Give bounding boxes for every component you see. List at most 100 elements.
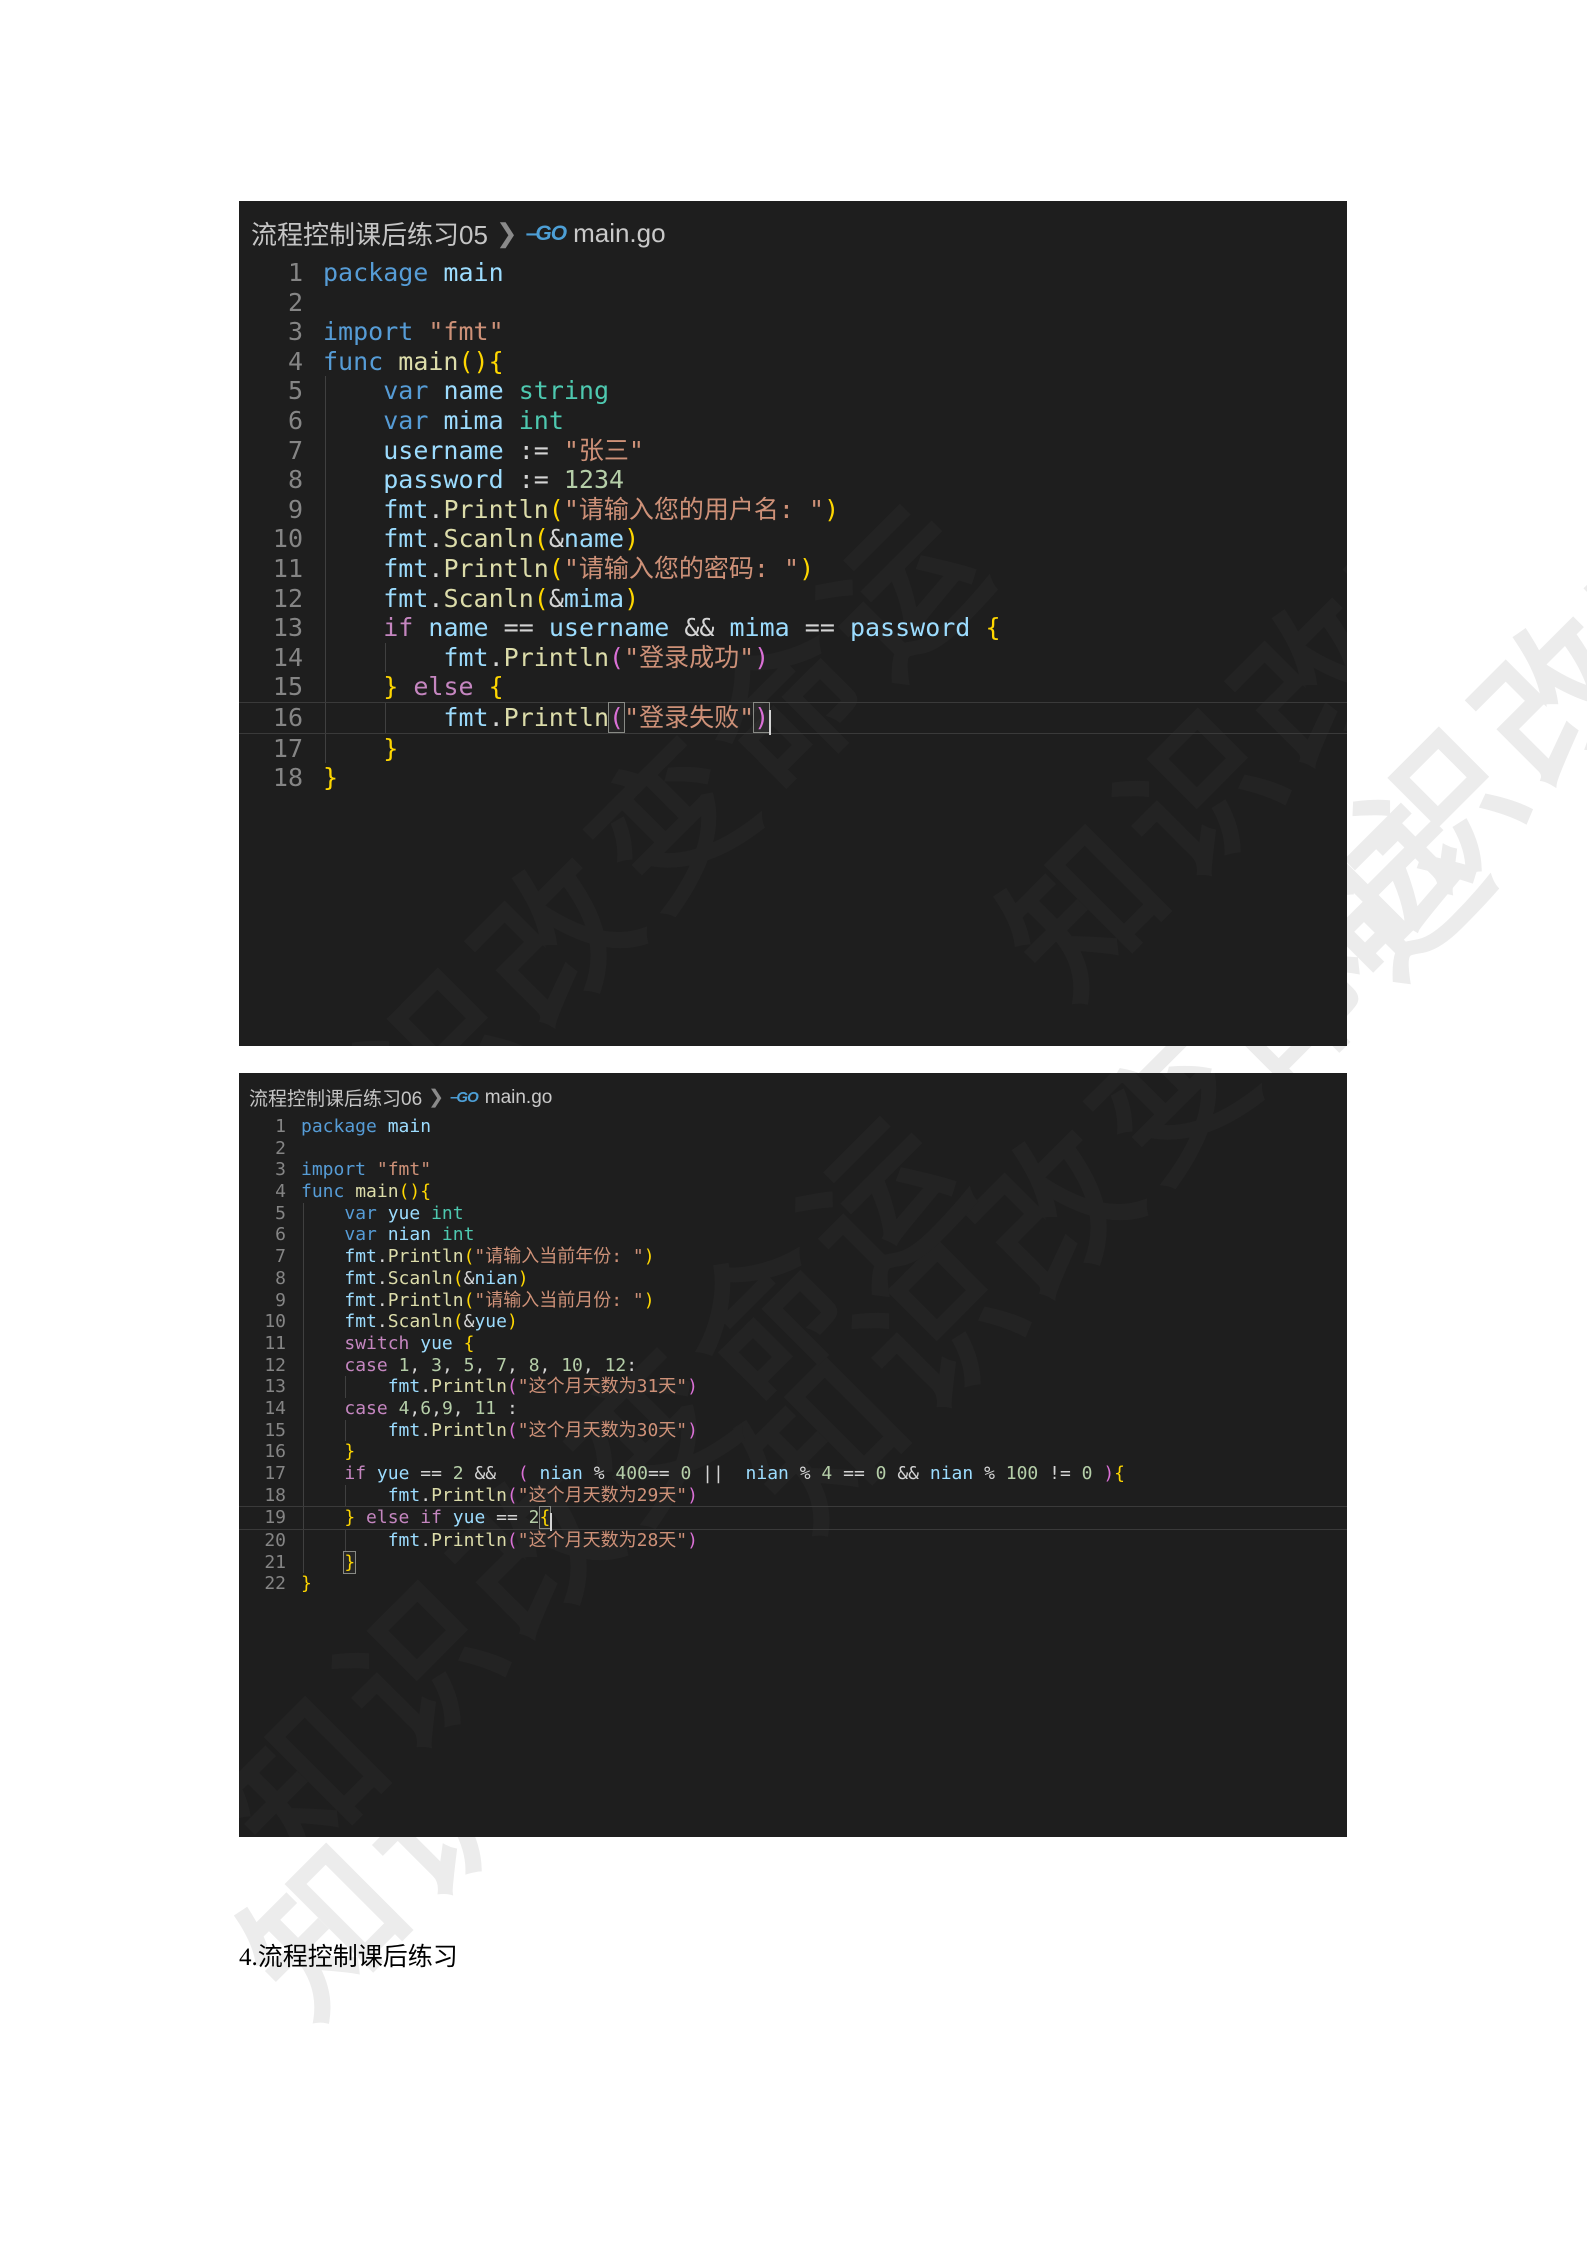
- line-source[interactable]: fmt.Println("请输入您的密码: "): [323, 553, 1347, 584]
- code-line[interactable]: 12 fmt.Scanln(&mima): [239, 583, 1347, 614]
- code-line[interactable]: 13 fmt.Println("这个月天数为31天"): [239, 1376, 1347, 1398]
- line-source[interactable]: fmt.Println("这个月天数为29天"): [301, 1484, 1347, 1507]
- breadcrumb-folder[interactable]: 流程控制课后练习05: [251, 215, 488, 252]
- line-source[interactable]: password := 1234: [323, 465, 1347, 495]
- text-caret: [769, 709, 772, 735]
- line-source[interactable]: fmt.Scanln(&nian): [301, 1267, 1347, 1290]
- line-source[interactable]: } else if yue == 2{: [301, 1506, 1347, 1532]
- code-line[interactable]: 5 var name string: [239, 376, 1347, 406]
- code-editor-2[interactable]: 1 package main 2 3 import "fmt" 4 func m…: [239, 1116, 1347, 1595]
- line-source[interactable]: var yue int: [301, 1202, 1347, 1225]
- line-source[interactable]: fmt.Scanln(&name): [323, 524, 1347, 554]
- code-line[interactable]: 5 var yue int: [239, 1202, 1347, 1225]
- breadcrumb-folder[interactable]: 流程控制课后练习06: [249, 1084, 422, 1111]
- code-editor-1[interactable]: 1 package main 2 3 import "fmt" 4 func m…: [239, 258, 1347, 793]
- breadcrumb-file[interactable]: main.go: [485, 1087, 553, 1109]
- code-line[interactable]: 6 var mima int: [239, 405, 1347, 436]
- code-line[interactable]: 17 }: [239, 733, 1347, 764]
- code-line-current[interactable]: 19 } else if yue == 2{: [239, 1506, 1347, 1532]
- line-source[interactable]: var name string: [323, 376, 1347, 406]
- code-line[interactable]: 10 fmt.Scanln(&yue): [239, 1311, 1347, 1333]
- line-number: 22: [264, 1573, 286, 1595]
- line-source[interactable]: fmt.Println("登录失败"): [323, 701, 1347, 735]
- code-line[interactable]: 11 switch yue {: [239, 1332, 1347, 1355]
- line-source[interactable]: func main(){: [301, 1181, 1347, 1203]
- code-line[interactable]: 20 fmt.Println("这个月天数为28天"): [239, 1530, 1347, 1552]
- line-number: 3: [287, 317, 303, 347]
- code-line[interactable]: 10 fmt.Scanln(&name): [239, 524, 1347, 554]
- code-line[interactable]: 13 if name == username && mima == passwo…: [239, 613, 1347, 643]
- line-source[interactable]: if yue == 2 && ( nian % 400== 0 || nian …: [301, 1463, 1347, 1485]
- bracket-match-open: (: [607, 701, 626, 733]
- code-line[interactable]: 16 }: [239, 1441, 1347, 1464]
- code-line[interactable]: 12 case 1, 3, 5, 7, 8, 10, 12:: [239, 1354, 1347, 1377]
- breadcrumb-file[interactable]: main.go: [573, 218, 666, 249]
- line-source[interactable]: func main(){: [323, 347, 1347, 377]
- code-line[interactable]: 2: [239, 288, 1347, 318]
- code-line[interactable]: 21 }: [239, 1550, 1347, 1574]
- code-line[interactable]: 6 var nian int: [239, 1224, 1347, 1247]
- code-line[interactable]: 4 func main(){: [239, 1181, 1347, 1203]
- line-source[interactable]: package main: [323, 258, 1347, 288]
- line-number: 14: [264, 1397, 286, 1419]
- line-number: 12: [272, 583, 303, 613]
- code-line[interactable]: 17 if yue == 2 && ( nian % 400== 0 || ni…: [239, 1463, 1347, 1485]
- line-source[interactable]: fmt.Println("这个月天数为31天"): [301, 1376, 1347, 1398]
- line-source[interactable]: } else {: [323, 672, 1347, 702]
- line-number: 11: [264, 1332, 286, 1354]
- line-number: 9: [275, 1289, 286, 1311]
- line-source[interactable]: case 4,6,9, 11 :: [301, 1397, 1347, 1420]
- line-source[interactable]: fmt.Scanln(&mima): [323, 583, 1347, 614]
- code-line[interactable]: 15 fmt.Println("这个月天数为30天"): [239, 1419, 1347, 1442]
- line-source[interactable]: fmt.Println("登录成功"): [323, 642, 1347, 673]
- bracket-match-open: {: [538, 1506, 552, 1530]
- line-source[interactable]: fmt.Println("请输入当前月份: "): [301, 1289, 1347, 1312]
- line-source[interactable]: fmt.Println("这个月天数为30天"): [301, 1419, 1347, 1442]
- code-line[interactable]: 7 fmt.Println("请输入当前年份: "): [239, 1246, 1347, 1268]
- line-source[interactable]: import "fmt": [323, 317, 1347, 347]
- code-line[interactable]: 9 fmt.Println("请输入您的用户名: "): [239, 494, 1347, 525]
- code-line[interactable]: 9 fmt.Println("请输入当前月份: "): [239, 1289, 1347, 1312]
- line-number: 12: [264, 1354, 286, 1376]
- line-source[interactable]: var nian int: [301, 1224, 1347, 1247]
- code-block-2: 知识改变命运 知识改变命运 流程控制课后练习06 ❯ –GO main.go 1…: [239, 1073, 1347, 1837]
- line-source[interactable]: switch yue {: [301, 1332, 1347, 1355]
- code-line[interactable]: 1 package main: [239, 258, 1347, 288]
- code-line[interactable]: 3 import "fmt": [239, 1159, 1347, 1181]
- line-source[interactable]: }: [301, 1550, 1347, 1574]
- code-line[interactable]: 8 fmt.Scanln(&nian): [239, 1267, 1347, 1290]
- code-line[interactable]: 7 username := "张三": [239, 435, 1347, 466]
- code-line[interactable]: 18 }: [239, 763, 1347, 793]
- text-caret: [550, 1513, 553, 1532]
- code-line[interactable]: 11 fmt.Println("请输入您的密码: "): [239, 553, 1347, 584]
- line-source[interactable]: fmt.Println("请输入您的用户名: "): [323, 494, 1347, 525]
- code-line[interactable]: 14 fmt.Println("登录成功"): [239, 642, 1347, 673]
- line-source[interactable]: fmt.Println("请输入当前年份: "): [301, 1246, 1347, 1268]
- line-source[interactable]: }: [323, 733, 1347, 764]
- code-line[interactable]: 8 password := 1234: [239, 465, 1347, 495]
- code-line[interactable]: 3 import "fmt": [239, 317, 1347, 347]
- line-source[interactable]: username := "张三": [323, 435, 1347, 466]
- line-source[interactable]: }: [301, 1573, 1347, 1595]
- line-source[interactable]: fmt.Println("这个月天数为28天"): [301, 1530, 1347, 1552]
- line-number: 8: [275, 1267, 286, 1289]
- line-source[interactable]: fmt.Scanln(&yue): [301, 1311, 1347, 1333]
- code-line[interactable]: 22 }: [239, 1573, 1347, 1595]
- line-number: 15: [264, 1419, 286, 1441]
- line-source[interactable]: case 1, 3, 5, 7, 8, 10, 12:: [301, 1354, 1347, 1377]
- line-source[interactable]: import "fmt": [301, 1159, 1347, 1181]
- line-source[interactable]: if name == username && mima == password …: [323, 613, 1347, 643]
- code-line[interactable]: 18 fmt.Println("这个月天数为29天"): [239, 1484, 1347, 1507]
- code-line-current[interactable]: 16 fmt.Println("登录失败"): [239, 701, 1347, 735]
- code-line[interactable]: 2: [239, 1138, 1347, 1160]
- code-line[interactable]: 14 case 4,6,9, 11 :: [239, 1397, 1347, 1420]
- line-source[interactable]: var mima int: [323, 405, 1347, 436]
- line-number: 5: [287, 376, 303, 406]
- line-source[interactable]: package main: [301, 1116, 1347, 1138]
- code-line[interactable]: 15 } else {: [239, 672, 1347, 702]
- code-line[interactable]: 1 package main: [239, 1116, 1347, 1138]
- line-number: 19: [264, 1507, 286, 1529]
- line-source[interactable]: }: [323, 763, 1347, 793]
- code-line[interactable]: 4 func main(){: [239, 347, 1347, 377]
- line-source[interactable]: }: [301, 1441, 1347, 1464]
